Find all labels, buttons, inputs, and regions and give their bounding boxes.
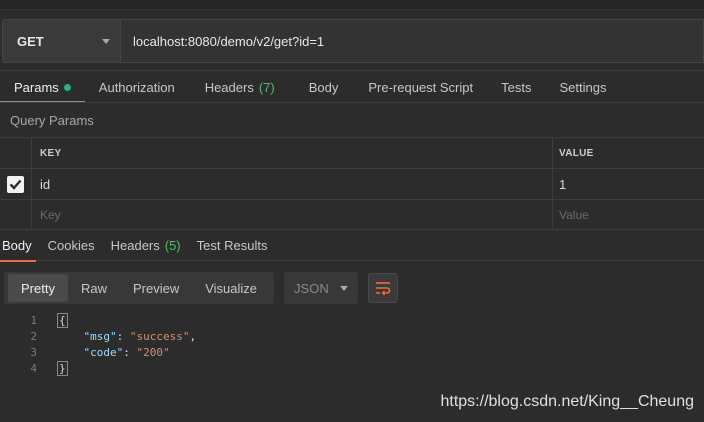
tab-label: Tests (501, 79, 532, 95)
view-preview-button[interactable]: Preview (120, 274, 192, 302)
value-placeholder: Value (559, 207, 589, 222)
param-key-cell[interactable]: id (32, 169, 553, 199)
tab-tests[interactable]: Tests (487, 72, 545, 102)
line-number: 1 (30, 313, 37, 327)
divider (0, 70, 704, 71)
header-check-cell (0, 138, 32, 168)
code-line: 1 { (0, 312, 704, 328)
wrap-lines-button[interactable] (368, 273, 399, 303)
json-comma: , (189, 329, 197, 343)
watermark: https://blog.csdn.net/King__Cheung (440, 393, 694, 410)
tab-label: Headers (204, 79, 254, 95)
tab-response-body[interactable]: Body (0, 231, 40, 262)
tab-label: Body (2, 238, 32, 253)
count-badge: (7) (258, 79, 275, 95)
param-value-cell[interactable]: 1 (553, 169, 704, 199)
view-raw-button[interactable]: Raw (68, 274, 120, 302)
top-strip (0, 0, 704, 10)
tab-label: Params (14, 79, 59, 95)
table-header-row: KEY VALUE (0, 137, 704, 168)
header-key-cell: KEY (32, 138, 553, 168)
header-value-cell: VALUE (553, 138, 704, 168)
tab-pre-request-script[interactable]: Pre-request Script (354, 72, 487, 102)
tab-label: Pre-request Script (368, 79, 474, 95)
view-visualize-button[interactable]: Visualize (192, 274, 270, 302)
checkmark-icon (9, 179, 22, 190)
chevron-down-icon (340, 285, 349, 291)
tab-label: Authorization (98, 79, 175, 95)
code-text: "code": "200" (83, 345, 170, 359)
section-title: Query Params (10, 113, 94, 128)
view-mode-group: Pretty Raw Preview Visualize (4, 272, 275, 304)
tab-label: Test Results (196, 238, 268, 253)
tab-headers[interactable]: Headers (7) (189, 72, 291, 102)
response-code-view[interactable]: 1 { 2 "msg": "success", 3 "code": "200" … (0, 312, 704, 376)
response-toolbar: Pretty Raw Preview Visualize JSON (4, 272, 399, 304)
column-header-key: KEY (40, 147, 62, 159)
new-key-cell[interactable]: Key (32, 200, 553, 229)
code-line: 2 "msg": "success", (0, 328, 704, 344)
tab-params[interactable]: Params (0, 72, 85, 103)
tab-cookies[interactable]: Cookies (40, 231, 103, 261)
request-tabs: Params Authorization Headers (7) Body Pr… (0, 72, 704, 103)
row-check-cell (0, 200, 32, 229)
view-pretty-button[interactable]: Pretty (8, 274, 68, 302)
key-placeholder: Key (40, 207, 61, 222)
tab-label: Headers (110, 238, 160, 253)
tab-label: Cookies (47, 238, 95, 253)
json-value: "success" (129, 329, 190, 343)
new-value-cell[interactable]: Value (553, 200, 704, 229)
tab-label: Body (308, 79, 339, 95)
tab-label: Settings (559, 79, 607, 95)
chevron-down-icon (102, 38, 110, 44)
tab-authorization[interactable]: Authorization (85, 72, 189, 102)
wrap-lines-icon (376, 282, 391, 296)
column-header-value: VALUE (559, 147, 594, 159)
response-tabs: Body Cookies Headers (5) Test Results (0, 231, 704, 262)
code-text: } (57, 360, 68, 376)
tab-body[interactable]: Body (291, 72, 355, 102)
param-key: id (40, 176, 51, 192)
status-dot-icon (63, 83, 71, 91)
json-key: "code" (83, 345, 124, 359)
param-value: 1 (559, 176, 567, 192)
json-key: "msg" (83, 329, 117, 343)
close-brace: } (57, 360, 68, 376)
divider (0, 102, 704, 103)
url-input[interactable]: localhost:8080/demo/v2/get?id=1 (120, 19, 704, 63)
json-value: "200" (136, 345, 170, 359)
code-line: 4 } (0, 360, 704, 376)
method-label: GET (17, 33, 44, 49)
code-text: { (57, 312, 68, 328)
tab-response-headers[interactable]: Headers (5) (103, 231, 189, 261)
tab-test-results[interactable]: Test Results (189, 231, 276, 261)
format-label: JSON (294, 280, 329, 296)
line-number: 3 (30, 345, 37, 359)
count-badge: (5) (164, 238, 181, 253)
url-text: localhost:8080/demo/v2/get?id=1 (133, 33, 325, 49)
params-table: KEY VALUE id 1 Key Value (0, 137, 704, 230)
request-bar: GET localhost:8080/demo/v2/get?id=1 (0, 19, 704, 63)
line-number: 2 (30, 329, 37, 343)
code-text: "msg": "success", (83, 329, 197, 343)
format-select[interactable]: JSON (284, 272, 359, 304)
param-checkbox[interactable] (7, 175, 24, 193)
open-brace: { (57, 312, 68, 328)
table-row-new: Key Value (0, 199, 704, 230)
line-number: 4 (30, 361, 37, 375)
table-row: id 1 (0, 168, 704, 199)
code-line: 3 "code": "200" (0, 344, 704, 360)
method-select[interactable]: GET (2, 19, 120, 63)
row-check-cell (0, 169, 32, 199)
tab-settings[interactable]: Settings (545, 72, 620, 102)
